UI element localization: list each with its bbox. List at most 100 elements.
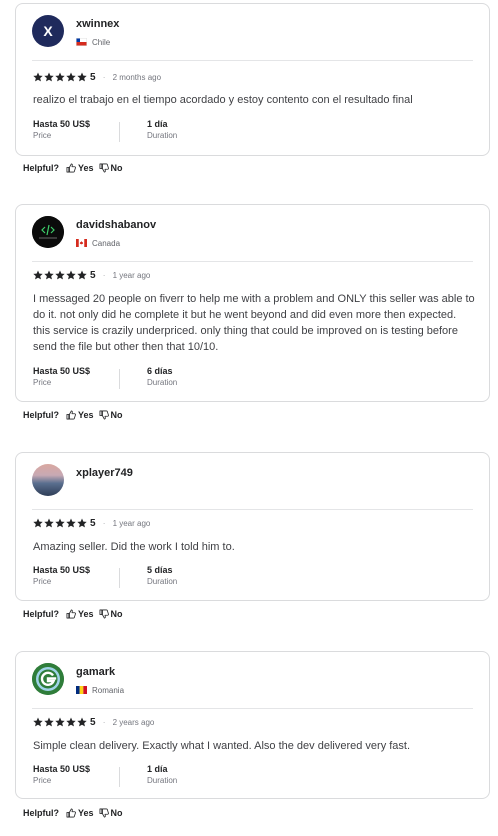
reviewer-country: Chile [76,36,110,48]
star-icon [77,717,87,727]
divider [32,261,473,262]
helpful-row: Helpful? Yes No [23,806,128,820]
helpful-row: Helpful? Yes No [23,161,128,175]
price-value: Hasta 50 US$ [33,764,91,774]
review-card: gamark Romania 5 · 2 years ago Simple cl… [15,651,490,799]
reviewer-name[interactable]: davidshabanov [76,219,156,231]
star-icon [55,717,65,727]
country-name: Chile [92,37,111,47]
price-value: Hasta 50 US$ [33,366,91,376]
star-rating [33,518,87,528]
star-icon [77,72,87,82]
duration-block: 6 días Duration [147,365,177,388]
avatar[interactable]: X [32,15,64,47]
no-label: No [110,410,123,420]
price-label: Price [33,776,52,785]
star-icon [33,72,43,82]
chile-flag-icon [76,38,87,46]
helpful-label: Helpful? [23,163,59,173]
star-icon [44,72,54,82]
price-value: Hasta 50 US$ [33,119,91,129]
no-label: No [110,609,123,619]
helpful-yes-button[interactable]: Yes [66,410,94,420]
star-rating [33,72,87,82]
duration-block: 1 día Duration [147,763,177,786]
duration-label: Duration [147,378,178,387]
reviewer-name[interactable]: gamark [76,666,115,678]
divider [32,708,473,709]
rating-value: 5 [90,71,96,83]
no-label: No [110,808,123,818]
duration-block: 5 días Duration [147,564,177,587]
star-icon [33,717,43,727]
reviewer-country: Canada [76,237,120,249]
yes-label: Yes [78,163,94,173]
star-icon [33,270,43,280]
separator-dot: · [102,518,106,528]
helpful-no-button[interactable]: No [99,609,123,619]
rating-row: 5 · 1 year ago [33,269,150,281]
divider [32,509,473,510]
rating-row: 5 · 1 year ago [33,517,150,529]
helpful-yes-button[interactable]: Yes [66,163,94,173]
avatar[interactable] [32,216,64,248]
price-value: Hasta 50 US$ [33,565,91,575]
star-rating [33,717,87,727]
canada-flag-icon [76,239,87,247]
meta-divider [119,122,120,142]
avatar[interactable] [32,663,64,695]
star-icon [66,270,76,280]
price-label: Price [33,577,52,586]
rating-value: 5 [90,269,96,281]
review-date: 1 year ago [112,518,151,528]
star-icon [55,518,65,528]
helpful-row: Helpful? Yes No [23,408,128,422]
rating-row: 5 · 2 years ago [33,716,154,728]
romania-flag-icon [76,686,87,694]
star-icon [44,518,54,528]
star-icon [33,518,43,528]
star-rating [33,270,87,280]
meta-divider [119,369,120,389]
no-label: No [110,163,123,173]
star-icon [77,270,87,280]
avatar-logo [32,663,64,695]
yes-label: Yes [78,410,94,420]
reviewer-country: Romania [76,684,124,696]
helpful-label: Helpful? [23,609,59,619]
duration-block: 1 día Duration [147,118,177,141]
helpful-no-button[interactable]: No [99,410,123,420]
avatar[interactable] [32,464,64,496]
meta-divider [119,568,120,588]
star-icon [66,72,76,82]
review-card: xplayer749 5 · 1 year ago Amazing seller… [15,452,490,601]
thumbs-down-icon [99,163,109,173]
review-text: Simple clean delivery. Exactly what I wa… [33,740,411,752]
rating-value: 5 [90,517,96,529]
helpful-yes-button[interactable]: Yes [66,808,94,818]
avatar-logo [32,216,64,248]
price-label: Price [33,378,52,387]
helpful-row: Helpful? Yes No [23,607,128,621]
helpful-yes-button[interactable]: Yes [66,609,94,619]
thumbs-up-icon [66,410,76,420]
separator-dot: · [102,717,106,727]
review-card: davidshabanov Canada 5 · 1 year ago I me… [15,204,490,402]
yes-label: Yes [78,808,94,818]
price-block: Hasta 50 US$ Price [33,564,90,587]
thumbs-up-icon [66,808,76,818]
reviewer-name[interactable]: xplayer749 [76,467,133,479]
separator-dot: · [102,270,106,280]
helpful-no-button[interactable]: No [99,163,123,173]
review-date: 2 months ago [112,72,162,82]
price-block: Hasta 50 US$ Price [33,763,90,786]
reviewer-name[interactable]: xwinnex [76,18,119,30]
separator-dot: · [102,72,106,82]
duration-label: Duration [147,131,178,140]
country-name: Romania [92,685,125,695]
divider [32,60,473,61]
yes-label: Yes [78,609,94,619]
helpful-no-button[interactable]: No [99,808,123,818]
thumbs-up-icon [66,609,76,619]
duration-label: Duration [147,776,178,785]
